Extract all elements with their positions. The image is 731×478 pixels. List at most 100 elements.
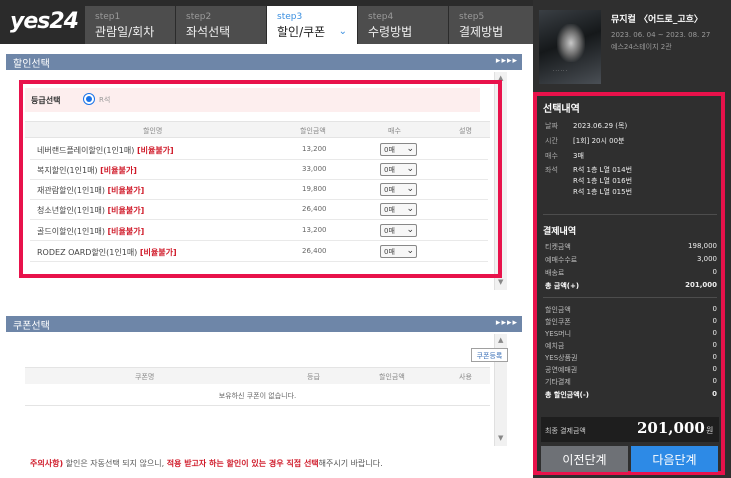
next-step-button[interactable]: 다음단계 <box>631 446 718 472</box>
discount-line-label: 할인쿠폰 <box>545 318 571 326</box>
tab-step4-delivery[interactable]: step4 수령방법 <box>358 6 448 44</box>
quantity-value: 0매 <box>384 166 395 174</box>
col-coupon-name: 쿠폰명 <box>135 373 155 381</box>
payment-line: 배송료 0 <box>545 268 717 280</box>
col-coupon-amount: 할인금액 <box>379 373 405 381</box>
discount-line: 할인쿠폰 0 <box>545 317 717 329</box>
payment-value: 0 <box>712 268 717 276</box>
discount-line: YES상품권 0 <box>545 353 717 365</box>
poster-figure <box>557 24 585 62</box>
chevron-down-icon: ⌄ <box>406 225 414 235</box>
step-tabs: step1 관람일/회차 step2 좌석선택 step3 할인/쿠폰 ⌄ st… <box>85 6 540 44</box>
grade-select-row: 등급선택 R석 <box>25 88 480 112</box>
discount-line-label: 총 할인금액(-) <box>545 391 589 399</box>
notice-part1: 할인은 자동선택 되지 않으니, <box>63 459 167 468</box>
discount-price: 26,400 <box>302 247 327 255</box>
discount-price: 13,200 <box>302 226 327 234</box>
collapse-arrows-icon[interactable]: ▸▸▸▸ <box>496 318 518 328</box>
quantity-select[interactable]: 0매 ⌄ <box>380 143 417 156</box>
discount-line: 예치금 0 <box>545 341 717 353</box>
quantity-value: 0매 <box>384 206 395 214</box>
discount-line-label: YES머니 <box>545 330 572 338</box>
col-use: 사용 <box>459 373 472 381</box>
quantity-select[interactable]: 0매 ⌄ <box>380 183 417 196</box>
discount-line-label: 할인금액 <box>545 306 571 314</box>
prev-step-button[interactable]: 이전단계 <box>541 446 628 472</box>
tab-step3-discount-coupon[interactable]: step3 할인/쿠폰 ⌄ <box>267 6 357 44</box>
grade-radio-r[interactable] <box>83 93 95 105</box>
date-value: 2023.06.29 (목) <box>573 122 628 130</box>
discount-line-value: 0 <box>712 317 717 325</box>
step-name: 관람일/회차 <box>95 25 155 39</box>
poster-caption: · · · · · · <box>553 68 567 73</box>
payment-value: 201,000 <box>685 281 717 289</box>
table-row: 복지할인(1인1매) [비율불가] 33,000 0매 ⌄ <box>30 160 488 180</box>
discount-line: YES머니 0 <box>545 329 717 341</box>
payment-label: 배송료 <box>545 269 565 277</box>
payment-label: 티켓금액 <box>545 243 571 251</box>
logo-text: yes24 <box>10 9 79 34</box>
chevron-down-icon: ⌄ <box>406 164 414 174</box>
step-number: step1 <box>95 12 121 22</box>
coupon-section-header: 쿠폰선택 ▸▸▸▸ <box>6 316 522 332</box>
tab-step1-date-session[interactable]: step1 관람일/회차 <box>85 6 175 44</box>
discount-name: RODEZ OARD할인(1인1매) [비율불가] <box>37 247 177 258</box>
quantity-select[interactable]: 0매 ⌄ <box>380 163 417 176</box>
seat-value: R석 1층 L열 016번 <box>573 177 633 185</box>
chevron-down-icon: ⌄ <box>338 26 347 37</box>
step-number: step4 <box>368 12 394 22</box>
coupon-register-button[interactable]: 쿠폰등록 <box>471 348 508 362</box>
show-title: 뮤지컬 〈어드로_고흐〉 <box>611 15 703 25</box>
quantity-value: 0매 <box>384 227 395 235</box>
payment-label: 총 금액(+) <box>545 282 580 290</box>
discount-price: 13,200 <box>302 145 327 153</box>
step-number: step5 <box>459 12 485 22</box>
show-period: 2023. 06. 04 ~ 2023. 08. 27 <box>611 31 711 39</box>
tab-step2-seat-select[interactable]: step2 좌석선택 <box>176 6 266 44</box>
quantity-value: 0매 <box>384 248 395 256</box>
tab-step5-payment[interactable]: step5 결제방법 <box>449 6 539 44</box>
count-label: 매수 <box>545 152 558 160</box>
discount-name: 골드이할인(1인1매) [비율불가] <box>37 226 144 237</box>
seat-label: 좌석 <box>545 166 558 174</box>
quantity-select[interactable]: 0매 ⌄ <box>380 245 417 258</box>
divider <box>543 297 717 298</box>
step-name: 수령방법 <box>368 25 413 39</box>
discount-section-title: 할인선택 <box>13 59 50 70</box>
payment-line: 예매수수료 3,000 <box>545 255 717 267</box>
final-amount-value: 201,000 <box>637 419 705 437</box>
discount-line: 공연예매권 0 <box>545 365 717 377</box>
scroll-down-icon[interactable]: ▼ <box>498 434 503 442</box>
seat-value: R석 1층 L열 015번 <box>573 188 633 196</box>
quantity-select[interactable]: 0매 ⌄ <box>380 224 417 237</box>
discount-name-text: 청소년할인(1인1매) <box>37 206 105 215</box>
discount-warning: [비율불가] <box>107 206 145 215</box>
scroll-down-icon[interactable]: ▼ <box>498 278 503 286</box>
discount-warning: [비율불가] <box>107 186 145 195</box>
count-value: 3매 <box>573 152 584 160</box>
table-row: 네버랜드플레이할인(1인1매) [비율불가] 13,200 0매 ⌄ <box>30 140 488 160</box>
discount-line-value: 0 <box>712 329 717 337</box>
discount-line-value: 0 <box>712 390 717 398</box>
show-venue: 예스24스테이지 2관 <box>611 43 672 51</box>
discount-price: 19,800 <box>302 185 327 193</box>
yes24-logo[interactable]: yes24 <box>10 9 79 34</box>
chevron-down-icon: ⌄ <box>406 144 414 154</box>
discount-price: 33,000 <box>302 165 327 173</box>
payment-title: 결제내역 <box>543 227 577 237</box>
discount-name-text: 재관람할인(1인1매) <box>37 186 105 195</box>
quantity-select[interactable]: 0매 ⌄ <box>380 203 417 216</box>
col-discount-name: 할인명 <box>143 127 163 135</box>
payment-value: 3,000 <box>696 255 717 263</box>
payment-value: 198,000 <box>688 242 717 250</box>
discount-line: 기타결제 0 <box>545 377 717 389</box>
collapse-arrows-icon[interactable]: ▸▸▸▸ <box>496 56 518 66</box>
table-row: 골드이할인(1인1매) [비율불가] 13,200 0매 ⌄ <box>30 221 488 241</box>
step-number: step3 <box>277 12 303 22</box>
col-description: 설명 <box>459 127 472 135</box>
scroll-up-icon[interactable]: ▲ <box>498 336 503 344</box>
discount-line-label: 공연예매권 <box>545 366 578 374</box>
discount-line-value: 0 <box>712 305 717 313</box>
coupon-section-title: 쿠폰선택 <box>13 321 50 332</box>
discount-line-value: 0 <box>712 365 717 373</box>
